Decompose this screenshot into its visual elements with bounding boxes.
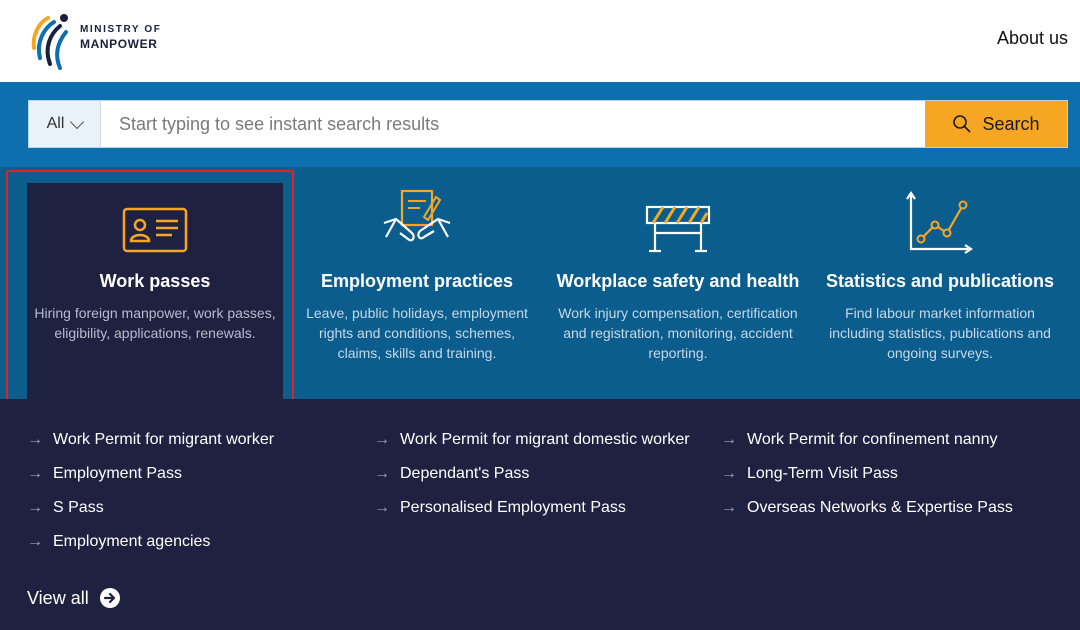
link-personalised-employment-pass[interactable]: → Personalised Employment Pass (374, 499, 626, 517)
link-label: Overseas Networks & Expertise Pass (747, 499, 1013, 516)
search-box: All Search (28, 100, 1068, 148)
logo-line-2: MANPOWER (80, 36, 158, 51)
link-label: Long-Term Visit Pass (747, 465, 898, 482)
arrow-right-icon: → (374, 431, 390, 448)
arrow-right-icon: → (374, 465, 390, 482)
search-input[interactable] (101, 101, 927, 147)
search-scope-label: All (46, 115, 65, 132)
category-work-passes[interactable]: Work passes Hiring foreign manpower, wor… (27, 183, 283, 399)
link-label: S Pass (53, 499, 104, 516)
category-statistics[interactable]: Statistics and publications Find labour … (814, 167, 1066, 399)
category-description: Work injury compensation, certification … (558, 305, 798, 361)
arrow-right-icon: → (27, 431, 43, 448)
link-long-term-visit-pass[interactable]: → Long-Term Visit Pass (721, 465, 898, 483)
arrow-right-icon: → (27, 499, 43, 516)
link-employment-pass[interactable]: → Employment Pass (27, 465, 182, 483)
link-label: Work Permit for confinement nanny (747, 431, 998, 448)
link-s-pass[interactable]: → S Pass (27, 499, 104, 517)
link-label: Employment Pass (53, 465, 182, 482)
link-work-permit-confinement-nanny[interactable]: → Work Permit for confinement nanny (721, 431, 997, 449)
mom-logo-icon (31, 14, 68, 70)
arrow-right-icon: → (27, 465, 43, 482)
id-card-icon (122, 207, 188, 253)
link-overseas-networks-expertise-pass[interactable]: → Overseas Networks & Expertise Pass (721, 499, 1013, 517)
barrier-icon (645, 205, 711, 253)
link-label: Personalised Employment Pass (400, 499, 626, 516)
line-chart-icon (906, 191, 973, 254)
search-scope-dropdown[interactable]: All (29, 101, 101, 147)
chevron-down-icon (70, 114, 85, 129)
category-employment-practices[interactable]: Employment practices Leave, public holid… (292, 167, 542, 399)
category-title: Work passes (99, 271, 211, 291)
arrow-right-icon: → (27, 533, 43, 550)
link-employment-agencies[interactable]: → Employment agencies (27, 533, 210, 551)
view-all-link[interactable]: View all (27, 587, 121, 609)
work-passes-links-panel: → Work Permit for migrant worker → Emplo… (0, 399, 1080, 630)
search-button-label: Search (982, 113, 1040, 134)
link-work-permit-migrant-worker[interactable]: → Work Permit for migrant worker (27, 431, 274, 449)
link-work-permit-domestic-worker[interactable]: → Work Permit for migrant domestic worke… (374, 431, 690, 449)
category-band: Work passes Hiring foreign manpower, wor… (0, 167, 1080, 399)
logo-line-1: MINISTRY OF (80, 23, 162, 35)
about-us-link[interactable]: About us (997, 28, 1068, 49)
link-label: Work Permit for migrant worker (53, 431, 275, 448)
category-title: Employment practices (320, 271, 514, 291)
category-description: Find labour market information including… (829, 305, 1051, 361)
search-band: All Search (0, 82, 1080, 167)
search-icon (953, 115, 972, 133)
link-label: Employment agencies (53, 533, 211, 550)
link-dependants-pass[interactable]: → Dependant's Pass (374, 465, 529, 483)
site-header: MINISTRY OF MANPOWER About us (0, 0, 1080, 82)
handshake-icon (383, 189, 451, 242)
category-workplace-safety[interactable]: Workplace safety and health Work injury … (552, 167, 804, 399)
view-all-label: View all (27, 587, 89, 608)
category-description: Hiring foreign manpower, work passes, el… (34, 305, 276, 341)
arrow-right-icon: → (721, 499, 737, 516)
link-label: Dependant's Pass (400, 465, 530, 482)
link-label: Work Permit for migrant domestic worker (400, 431, 690, 448)
category-description: Leave, public holidays, employment right… (306, 305, 528, 361)
search-button[interactable]: Search (925, 101, 1067, 147)
mom-logo[interactable]: MINISTRY OF MANPOWER (26, 8, 186, 72)
arrow-right-icon: → (721, 465, 737, 482)
arrow-right-icon: → (374, 499, 390, 516)
arrow-circle-right-icon (99, 588, 120, 608)
category-title: Workplace safety and health (556, 271, 800, 291)
category-title: Statistics and publications (825, 271, 1055, 291)
arrow-right-icon: → (721, 431, 737, 448)
